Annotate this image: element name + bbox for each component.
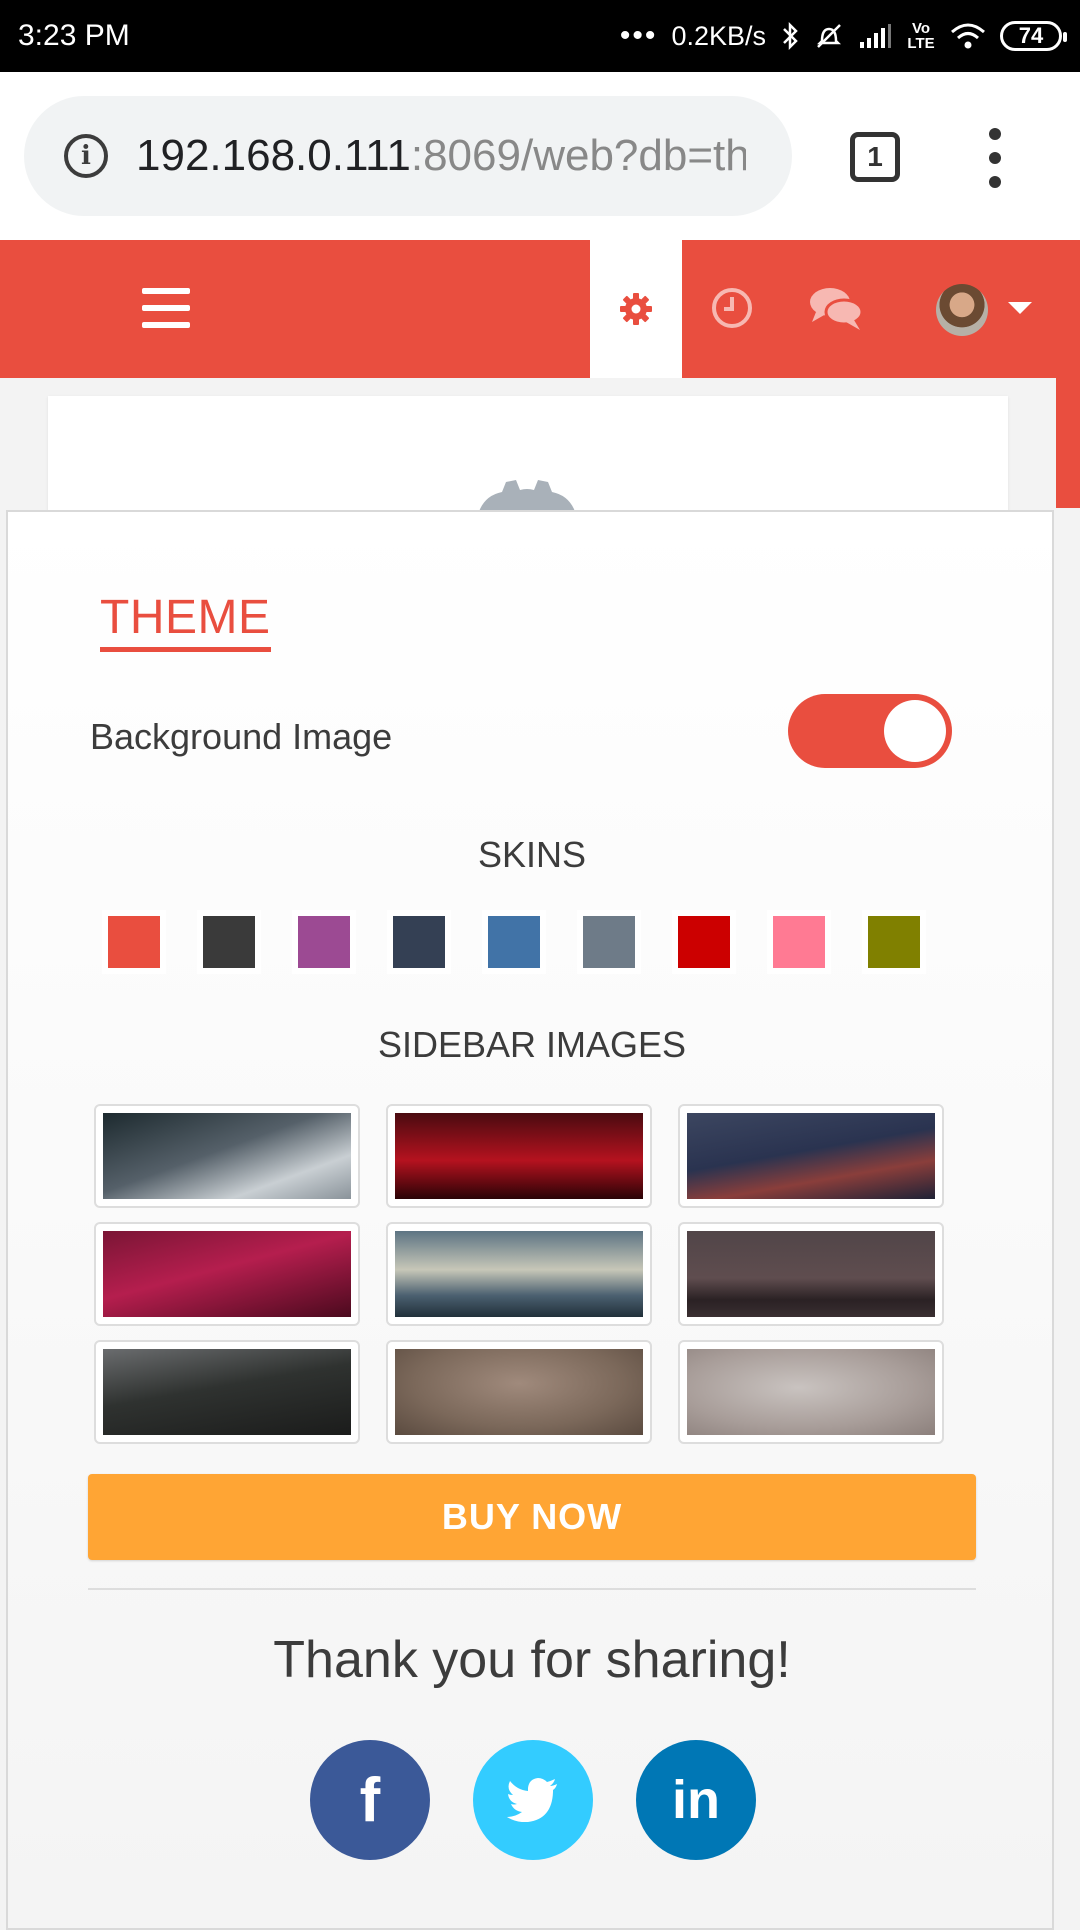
sidebar-images-title: SIDEBAR IMAGES xyxy=(377,1024,687,1065)
user-avatar[interactable] xyxy=(936,284,988,336)
app-navbar xyxy=(0,240,1080,378)
chevron-down-icon[interactable] xyxy=(1008,302,1032,314)
theme-title: THEME xyxy=(100,590,271,652)
tab-switcher-button[interactable]: 1 xyxy=(850,132,900,182)
mute-bell-icon xyxy=(814,21,844,51)
status-icons: ••• 0.2KB/s Vo LTE 74 xyxy=(619,19,1067,53)
signal-icon xyxy=(858,22,892,50)
tab-count: 1 xyxy=(867,141,883,172)
sidebar-image-8[interactable] xyxy=(386,1340,652,1444)
gear-icon xyxy=(620,293,652,325)
divider xyxy=(88,1588,976,1590)
facebook-icon: f xyxy=(359,1765,381,1835)
sidebar-image-5[interactable] xyxy=(386,1222,652,1326)
toggle-knob xyxy=(884,700,946,762)
url-host: 192.168.0.111 xyxy=(136,131,411,180)
bluetooth-icon xyxy=(780,21,800,51)
apps-grid-icon[interactable] xyxy=(30,290,66,326)
skin-swatch-9[interactable] xyxy=(868,916,920,968)
battery-icon: 74 xyxy=(1000,21,1067,51)
sidebar-image-9[interactable] xyxy=(678,1340,944,1444)
wifi-icon xyxy=(950,22,986,50)
browser-toolbar: i 192.168.0.111:8069/web?db=th 1 xyxy=(0,72,1080,240)
sidebar-image-preview xyxy=(395,1231,643,1317)
skins-title: SKINS xyxy=(477,834,587,875)
address-bar[interactable]: i 192.168.0.111:8069/web?db=th xyxy=(24,96,792,216)
skin-swatch-8[interactable] xyxy=(773,916,825,968)
sidebar-image-2[interactable] xyxy=(386,1104,652,1208)
twitter-share-button[interactable] xyxy=(473,1740,593,1860)
url-text[interactable]: 192.168.0.111:8069/web?db=th xyxy=(136,131,746,181)
skin-swatch-5[interactable] xyxy=(488,916,540,968)
facebook-share-button[interactable]: f xyxy=(310,1740,430,1860)
url-path: :8069/web?db=th xyxy=(410,131,746,180)
sidebar-image-1[interactable] xyxy=(94,1104,360,1208)
skin-swatch-4[interactable] xyxy=(393,916,445,968)
sidebar-image-preview xyxy=(687,1349,935,1435)
sidebar-image-preview xyxy=(395,1113,643,1199)
sidebar-image-preview xyxy=(395,1349,643,1435)
browser-menu-icon[interactable] xyxy=(980,128,1010,188)
chat-icon[interactable] xyxy=(808,284,864,332)
skin-swatch-6[interactable] xyxy=(583,916,635,968)
skin-swatch-7[interactable] xyxy=(678,916,730,968)
sidebar-image-preview xyxy=(103,1231,351,1317)
sidebar-image-grid xyxy=(94,1104,944,1444)
battery-level: 74 xyxy=(1018,23,1044,48)
sidebar-image-4[interactable] xyxy=(94,1222,360,1326)
sidebar-image-6[interactable] xyxy=(678,1222,944,1326)
settings-tab[interactable] xyxy=(590,240,682,378)
info-icon[interactable]: i xyxy=(64,134,108,178)
sidebar-image-3[interactable] xyxy=(678,1104,944,1208)
sidebar-image-preview xyxy=(687,1113,935,1199)
background-image-label: Background Image xyxy=(90,716,393,757)
clock-icon[interactable] xyxy=(710,286,754,330)
hamburger-menu-icon[interactable] xyxy=(142,288,190,328)
navbar-edge xyxy=(1056,378,1080,508)
skin-swatches xyxy=(108,916,920,968)
sidebar-image-preview xyxy=(687,1231,935,1317)
status-bar: 3:23 PM ••• 0.2KB/s Vo LTE 74 xyxy=(0,0,1080,72)
background-image-toggle[interactable] xyxy=(788,694,952,768)
skin-swatch-1[interactable] xyxy=(108,916,160,968)
linkedin-icon: in xyxy=(672,1770,720,1830)
sidebar-image-7[interactable] xyxy=(94,1340,360,1444)
buy-now-button[interactable]: BUY NOW xyxy=(88,1474,976,1560)
more-notifications-icon: ••• xyxy=(619,19,658,52)
sidebar-image-preview xyxy=(103,1349,351,1435)
sidebar-image-preview xyxy=(103,1113,351,1199)
skin-swatch-3[interactable] xyxy=(298,916,350,968)
theme-settings-panel: THEME Background Image SKINS SIDEBAR IMA… xyxy=(6,510,1054,1930)
linkedin-share-button[interactable]: in xyxy=(636,1740,756,1860)
status-time: 3:23 PM xyxy=(18,19,130,52)
twitter-icon xyxy=(507,1778,557,1822)
volte-label: Vo LTE xyxy=(907,20,935,52)
thanks-text: Thank you for sharing! xyxy=(273,1631,791,1689)
skin-swatch-2[interactable] xyxy=(203,916,255,968)
network-speed: 0.2KB/s xyxy=(671,20,766,51)
